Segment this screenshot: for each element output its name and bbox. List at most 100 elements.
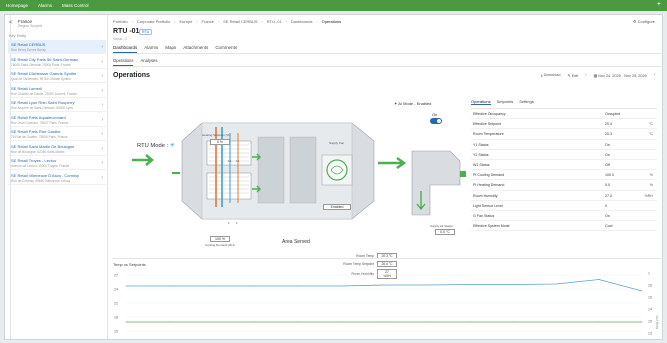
param-value: 0	[605, 203, 607, 208]
chevron-right-icon: ›	[101, 174, 103, 181]
param-unit: °C	[648, 132, 653, 137]
operations-row: Room Humidity 27.0 %RH	[471, 191, 657, 201]
configure-button[interactable]: ⚙ Configure	[633, 19, 655, 24]
site-address: Avenue de Leclou, 10000 Troyes, France	[11, 164, 70, 168]
sidebar-site-item[interactable]: SE Retail Paris Rue Gauthe 75 Rue de Gaut…	[8, 127, 106, 141]
series-1-point	[297, 321, 299, 323]
download-button[interactable]: ⤓ Download	[541, 73, 561, 78]
ai-mode-toggle[interactable]	[430, 118, 442, 124]
ops-tab-settings[interactable]: Settings	[519, 99, 533, 105]
series-0-point	[340, 285, 342, 287]
nav-mass-control[interactable]: Mass Control	[62, 3, 89, 8]
heating-setdown-value: 0 %	[210, 139, 230, 145]
series-0-point	[598, 279, 600, 280]
y-tick-label: 27	[114, 274, 118, 278]
sidebar-site-item[interactable]: SE Retail Lyon Rhin Saint Rouperry Rue Am…	[8, 98, 106, 112]
tab-maps[interactable]: Maps	[165, 45, 176, 53]
operations-row: Effective Occupancy Occupied	[471, 109, 657, 120]
site-name: SE Retail Saint Martin De Boulogne	[11, 143, 75, 149]
tab-comments[interactable]: Comments	[215, 45, 237, 53]
add-icon[interactable]: +	[657, 1, 661, 8]
breadcrumb-separator: /	[218, 19, 220, 24]
back-icon[interactable]: <	[9, 20, 13, 26]
param-name: PI Cooling Demand	[473, 173, 505, 178]
configure-label: Configure	[637, 19, 655, 24]
site-address: Rue Henry Dunes Bussy	[11, 48, 46, 52]
series-0-point	[125, 285, 127, 287]
supply-fan-icon	[326, 159, 348, 181]
ai-mode-text: AI Mode - Enabled	[398, 101, 432, 106]
nav-alarms[interactable]: Alarms	[38, 3, 52, 8]
breadcrumb-separator: /	[285, 19, 287, 24]
site-address: Rue Ampere de Saint-Germain, 69000 Lyon	[11, 106, 73, 110]
snowflake-icon: ✳	[169, 143, 175, 149]
param-value: Off	[605, 162, 610, 167]
series-0-point	[211, 285, 213, 287]
sidebar-site-item[interactable]: SE Retail Troyes - Leclou Avenue de Leclo…	[8, 156, 106, 170]
breadcrumb-item[interactable]: Dashboards	[291, 19, 313, 24]
param-value: 100.0	[605, 173, 614, 178]
chevron-right-icon: ›	[101, 44, 103, 50]
operations-row: Effective Setpoint 20.4 °C	[471, 119, 657, 130]
date-range-picker[interactable]: ▦ Nov 24, 2025 - Nov 25, 2025	[594, 73, 647, 78]
subtab-analyses[interactable]: Analyses	[140, 58, 157, 66]
breadcrumb-item[interactable]: SE Retail CERBUS	[223, 19, 257, 24]
series-1-point	[469, 321, 471, 323]
param-value: 20.4	[605, 122, 612, 127]
ops-tab-setpoints[interactable]: Setpoints	[497, 99, 514, 105]
param-name: Room Humidity	[473, 193, 498, 198]
chevron-right-icon: ›	[101, 73, 103, 79]
breadcrumb-item[interactable]: France	[202, 19, 214, 24]
nav-homepage[interactable]: Homepage	[6, 3, 28, 8]
sidebar-site-item[interactable]: SE Retail Villeneuve D'Ascq - Cormisy Rue…	[8, 171, 106, 185]
series-1-point	[641, 321, 643, 323]
right-tick-label: 13	[648, 332, 652, 336]
sidebar-site-item[interactable]: SE Retail City Paris 56 Saint-Germain 750…	[8, 55, 106, 69]
param-value: Cool	[605, 224, 613, 229]
tab-dashboards[interactable]: Dashboards	[113, 45, 138, 53]
next-range-icon[interactable]: ›	[654, 73, 655, 78]
sidebar-site-item[interactable]: SE Retail Lomeril Rue Charles de Gaulle, …	[8, 84, 106, 98]
sidebar-site-item[interactable]: SE Retail CERBUS Rue Henry Dunes Bussy ›	[8, 40, 106, 54]
operations-row: W1 Status Off	[471, 160, 657, 171]
breadcrumb-item[interactable]: Corporate Portfolio	[137, 19, 171, 24]
right-tick-label: 16	[648, 284, 652, 288]
top-navigation-bar: Homepage Alarms Mass Control +	[0, 0, 667, 11]
prev-range-icon[interactable]: ‹	[585, 73, 586, 78]
tab-attachments[interactable]: Attachments	[183, 45, 208, 53]
series-1-point	[254, 321, 256, 323]
series-1-point	[512, 321, 514, 323]
breadcrumb-item[interactable]: RTU -01	[267, 19, 282, 24]
series-0-point	[383, 284, 385, 286]
site-address: Rue de Boulogne, 62280 Saint-Martin	[11, 149, 65, 154]
site-name: SE Retail Clichensse Grande Synthe	[11, 71, 77, 76]
page-title: RTU -01	[113, 28, 140, 35]
app-window: < France Region Scoped Key Entity SE Ret…	[4, 14, 663, 340]
breadcrumb-separator: /	[261, 19, 263, 24]
tab-alarms[interactable]: Alarms	[144, 45, 158, 53]
site-name: SE Retail City Paris 56 Saint-Germain	[11, 56, 79, 62]
edit-button[interactable]: ✎ Edit	[567, 73, 578, 78]
breadcrumb-item[interactable]: Europe	[180, 19, 193, 24]
breadcrumb-separator: /	[174, 19, 176, 24]
y-tick-label: 18	[114, 316, 118, 320]
subtab-operations[interactable]: Operations	[113, 58, 134, 66]
operations-row: Light Sensor Level 0	[471, 201, 657, 211]
operations-tabs: Operations Setpoints Settings	[471, 99, 657, 109]
breadcrumb-item[interactable]: Operations	[322, 19, 342, 24]
date-range-label: Nov 24, 2025 - Nov 25, 2025	[598, 74, 647, 78]
rtu-diagram: RTU Mode : ✳ ✦ AI Mode - Enabled On Heat…	[112, 81, 467, 279]
sidebar-site-item[interactable]: SE Retail Clichensse Grande Synthe Quai d…	[8, 69, 106, 83]
device-type-badge: RTU	[139, 29, 153, 35]
breadcrumb-item[interactable]: Portfolio	[113, 19, 128, 24]
sidebar-site-item[interactable]: SE Retail Paris Aqualeuconard Rue Jean Gu…	[8, 113, 106, 127]
site-name: SE Retail CERBUS	[11, 42, 46, 47]
param-name: Y1 Status	[473, 142, 489, 147]
param-name: Effective Occupancy	[473, 112, 506, 116]
param-value: 27.0	[605, 193, 612, 198]
param-unit: %	[649, 173, 653, 178]
right-tick-label: 1	[648, 272, 650, 276]
sidebar-site-item[interactable]: SE Retail Saint Martin De Boulogne Rue de…	[8, 142, 106, 156]
param-value: 0.0	[605, 183, 610, 188]
ops-tab-operations[interactable]: Operations	[471, 99, 491, 105]
